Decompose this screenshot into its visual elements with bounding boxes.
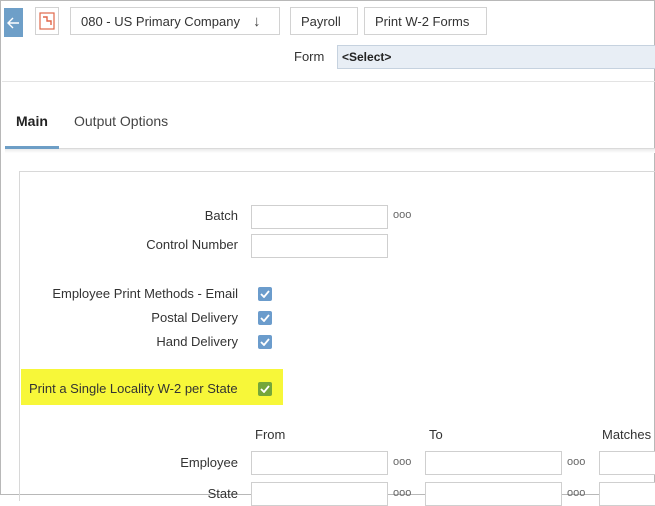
employee-label: Employee (180, 455, 238, 470)
breadcrumb-payroll[interactable]: Payroll (290, 7, 358, 35)
tab-main[interactable]: Main (16, 113, 48, 129)
checkmark-icon (260, 385, 270, 393)
tab-bar-shadow (5, 149, 655, 153)
batch-input[interactable] (251, 205, 388, 229)
state-from-input[interactable] (251, 482, 388, 506)
from-column-header: From (255, 427, 286, 442)
home-breadcrumb[interactable] (35, 7, 59, 35)
control-number-input[interactable] (251, 234, 388, 258)
email-label: Employee Print Methods - Email (52, 286, 238, 301)
matches-column-header: Matches (602, 427, 652, 442)
back-arrow-icon (7, 17, 19, 28)
breadcrumb-company-label: 080 - US Primary Company (81, 13, 240, 29)
breadcrumb-print-w2-label: Print W-2 Forms (375, 13, 470, 29)
single-locality-label: Print a Single Locality W-2 per State (29, 381, 238, 396)
state-matches-input[interactable] (599, 482, 655, 506)
breadcrumb-company[interactable]: 080 - US Primary Company ↓ (70, 7, 280, 35)
header-divider (2, 81, 655, 82)
breadcrumb-payroll-label: Payroll (301, 13, 341, 29)
email-checkbox[interactable] (258, 287, 272, 301)
employee-matches-input[interactable] (599, 451, 655, 475)
postal-delivery-label: Postal Delivery (151, 310, 238, 325)
single-locality-checkbox[interactable] (258, 382, 272, 396)
form-select[interactable]: <Select> (337, 45, 655, 69)
state-label: State (207, 486, 238, 501)
batch-lookup-icon[interactable]: ooo (393, 209, 411, 221)
breadcrumb-print-w2[interactable]: Print W-2 Forms (364, 7, 487, 35)
state-from-lookup-icon[interactable]: ooo (393, 487, 411, 499)
hand-delivery-checkbox[interactable] (258, 335, 272, 349)
state-to-lookup-icon[interactable]: ooo (567, 487, 585, 499)
app-logo-icon (39, 12, 55, 30)
state-to-input[interactable] (425, 482, 562, 506)
to-column-header: To (429, 427, 443, 442)
employee-from-lookup-icon[interactable]: ooo (393, 456, 411, 468)
arrow-down-icon[interactable]: ↓ (253, 13, 261, 30)
tab-output-options[interactable]: Output Options (74, 113, 168, 129)
employee-from-input[interactable] (251, 451, 388, 475)
back-button[interactable] (4, 8, 23, 37)
hand-delivery-label: Hand Delivery (156, 334, 238, 349)
checkmark-icon (260, 338, 270, 346)
control-number-label: Control Number (146, 237, 238, 252)
checkmark-icon (260, 314, 270, 322)
employee-to-lookup-icon[interactable]: ooo (567, 456, 585, 468)
checkmark-icon (260, 290, 270, 298)
batch-label: Batch (204, 208, 238, 223)
postal-delivery-checkbox[interactable] (258, 311, 272, 325)
employee-to-input[interactable] (425, 451, 562, 475)
form-label: Form (294, 49, 325, 64)
